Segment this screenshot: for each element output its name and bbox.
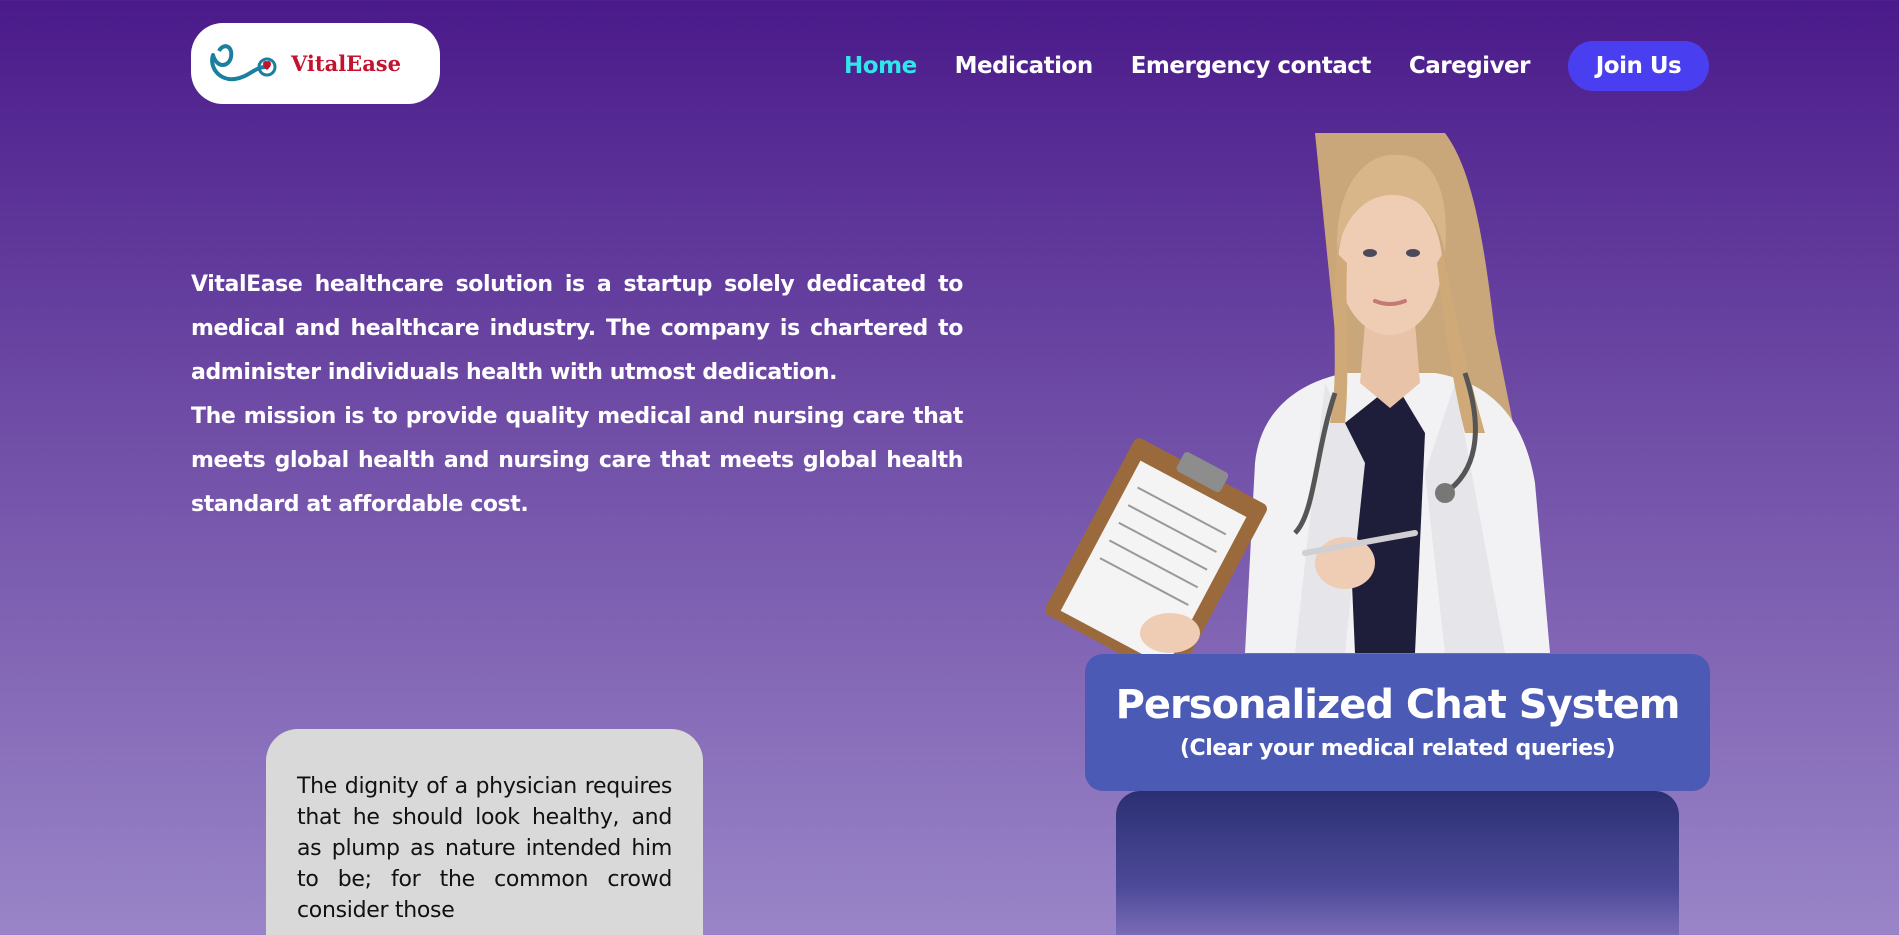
intro-paragraph-1: VitalEase healthcare solution is a start… (191, 272, 963, 385)
doctor-image (1044, 133, 1615, 681)
intro-paragraph-2: The mission is to provide quality medica… (191, 404, 963, 517)
quote-text: The dignity of a physician requires that… (297, 774, 672, 923)
main-nav: Home Medication Emergency contact Caregi… (806, 40, 1709, 92)
nav-caregiver[interactable]: Caregiver (1409, 53, 1531, 79)
vitalease-logo[interactable]: VitalEase (191, 23, 440, 104)
nav-home[interactable]: Home (844, 53, 917, 79)
personalized-chat-card[interactable]: Personalized Chat System (Clear your med… (1085, 654, 1710, 791)
intro-section: VitalEase healthcare solution is a start… (191, 263, 963, 527)
chat-panel[interactable] (1116, 791, 1679, 935)
stethoscope-heart-icon (205, 37, 285, 91)
chat-subtitle: (Clear your medical related queries) (1179, 736, 1616, 761)
nav-medication[interactable]: Medication (955, 53, 1094, 79)
chat-title: Personalized Chat System (1115, 682, 1681, 728)
logo-text: VitalEase (291, 51, 401, 76)
quote-card: The dignity of a physician requires that… (266, 729, 703, 935)
join-us-button[interactable]: Join Us (1568, 41, 1709, 91)
nav-emergency-contact[interactable]: Emergency contact (1131, 53, 1372, 79)
